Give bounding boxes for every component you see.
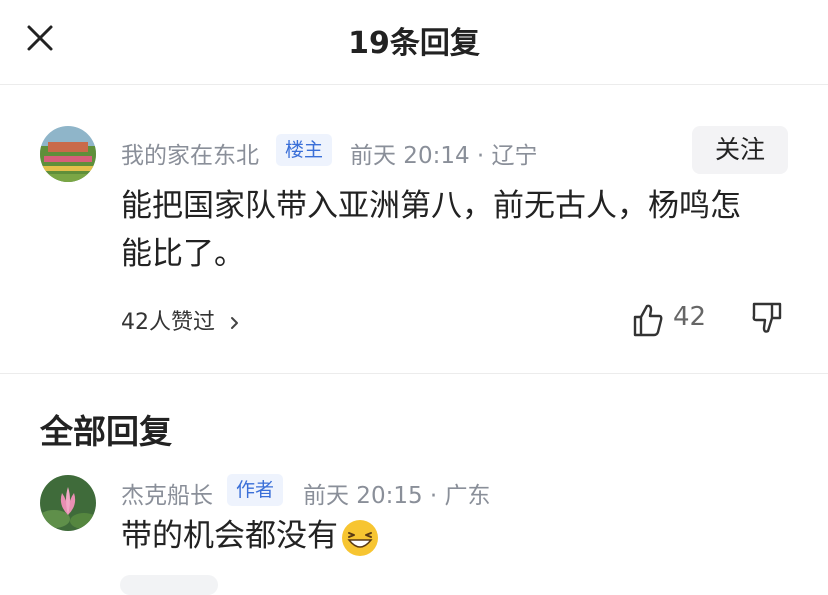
reply-text: 带的机会都没有 [121, 512, 380, 560]
follow-button[interactable]: 关注 [692, 126, 788, 174]
op-badge: 楼主 [276, 134, 333, 166]
username[interactable]: 我的家在东北 [121, 136, 259, 170]
chevron-right-icon [231, 317, 238, 329]
avatar[interactable] [40, 475, 96, 531]
likes-summary-text: 42人赞过 [121, 310, 215, 335]
avatar[interactable] [40, 126, 96, 182]
comment-text-line-2: 能比了。 [121, 236, 245, 272]
avatar-lotus-image [40, 475, 96, 531]
likes-summary-link[interactable]: 42人赞过 [121, 304, 242, 336]
comment-meta: 前天 20:14 · 辽宁 [350, 143, 538, 169]
page-title: 19条回复 [348, 26, 480, 61]
thumbs-down-icon[interactable] [750, 300, 784, 336]
top-bar: 19条回复 [0, 0, 828, 85]
author-badge: 作者 [227, 474, 284, 506]
laughing-emoji-icon [342, 519, 378, 556]
comment-text-line-1: 能把国家队带入亚洲第八，前无古人，杨鸣怎 [121, 188, 741, 224]
username[interactable]: 杰克船长 [121, 476, 213, 510]
like-count: 42 [673, 302, 707, 332]
section-divider [0, 373, 828, 374]
thumbs-up-icon[interactable] [632, 300, 664, 340]
comment-meta: 前天 20:15 · 广东 [303, 483, 491, 509]
reply-text-content: 带的机会都没有 [121, 518, 338, 554]
section-title: 全部回复 [40, 412, 172, 451]
reply-action-chip[interactable] [120, 575, 218, 595]
avatar-landscape-image [40, 126, 96, 182]
